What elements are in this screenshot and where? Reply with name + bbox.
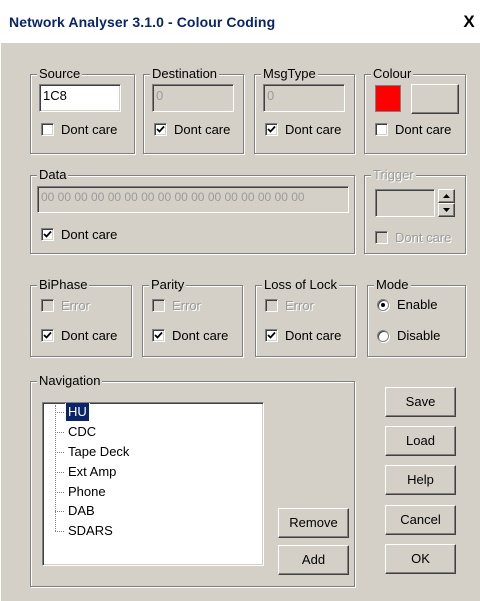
trigger-legend: Trigger [371,167,416,183]
arrow-down-icon [443,208,450,212]
remove-button[interactable]: Remove [278,508,349,538]
colour-picker-button[interactable] [411,84,459,114]
checkmark-icon [156,125,165,133]
mode-enable-label: Enable [397,297,438,312]
loss-of-lock-error-checkbox[interactable]: Error [265,298,345,315]
data-legend: Data [37,167,69,183]
destination-dont-care-label: Dont care [174,122,231,137]
msgtype-group: MsgType 0 Dont care [254,66,355,154]
msgtype-input[interactable]: 0 [263,84,345,112]
biphase-legend: BiPhase [37,277,90,293]
colour-swatch [375,85,401,112]
checkmark-icon [154,331,163,339]
destination-dont-care-checkbox[interactable]: Dont care [154,122,244,139]
data-input[interactable]: 00 00 00 00 00 00 00 00 00 00 00 00 00 0… [37,186,349,213]
navigation-group: Navigation HU CDC Tape Deck Ext Amp Phon [30,373,355,587]
parity-dont-care-label: Dont care [172,328,229,343]
mode-disable-radio[interactable]: Disable [377,328,457,345]
mode-legend: Mode [374,277,411,293]
trigger-group: Trigger Dont care [364,167,466,254]
data-dont-care-label: Dont care [61,227,118,242]
data-dont-care-box[interactable] [41,228,54,241]
source-legend: Source [37,66,83,82]
navigation-legend: Navigation [37,373,103,389]
trigger-spin-up-button[interactable] [438,189,455,203]
mode-disable-radio-circle[interactable] [377,330,389,342]
source-dont-care-label: Dont care [61,122,118,137]
loss-of-lock-error-label: Error [285,298,314,313]
mode-enable-radio[interactable]: Enable [377,297,457,314]
destination-input[interactable]: 0 [152,84,234,112]
msgtype-dont-care-box[interactable] [265,123,278,136]
loss-of-lock-dont-care-label: Dont care [285,328,342,343]
navigation-tree[interactable]: HU CDC Tape Deck Ext Amp Phone DAB SDARS [42,402,264,566]
colour-dont-care-box[interactable] [375,123,388,136]
parity-legend: Parity [149,277,187,293]
source-group: Source 1C8 Dont care [30,66,135,154]
trigger-input[interactable] [375,189,435,217]
checkmark-icon [267,125,276,133]
colour-coding-window: Network Analyser 3.1.0 - Colour Coding X… [0,0,480,601]
parity-error-box[interactable] [152,299,165,312]
colour-dont-care-label: Dont care [395,122,452,137]
loss-of-lock-legend: Loss of Lock [262,277,339,293]
checkmark-icon [43,230,52,238]
biphase-error-checkbox[interactable]: Error [41,298,121,315]
biphase-error-box[interactable] [41,299,54,312]
msgtype-legend: MsgType [261,66,318,82]
source-input[interactable]: 1C8 [39,84,121,112]
checkmark-icon [267,331,276,339]
trigger-spin-down-button[interactable] [438,203,455,217]
colour-group: Colour Dont care [364,66,466,154]
biphase-group: BiPhase Error Dont care [30,277,132,357]
mode-disable-label: Disable [397,328,441,343]
data-dont-care-checkbox[interactable]: Dont care [41,227,151,244]
window-title: Network Analyser 3.1.0 - Colour Coding [9,14,276,30]
parity-error-checkbox[interactable]: Error [152,298,232,315]
help-button[interactable]: Help [385,465,456,495]
load-button[interactable]: Load [385,426,456,456]
trigger-dont-care-box[interactable] [375,231,388,244]
arrow-up-icon [443,194,450,198]
title-bar[interactable]: Network Analyser 3.1.0 - Colour Coding X [1,0,480,43]
loss-of-lock-group: Loss of Lock Error Dont care [255,277,356,357]
biphase-dont-care-checkbox[interactable]: Dont care [41,328,131,345]
loss-of-lock-dont-care-checkbox[interactable]: Dont care [265,328,355,345]
biphase-dont-care-box[interactable] [41,329,54,342]
colour-legend: Colour [371,66,414,82]
save-button[interactable]: Save [385,387,456,417]
destination-group: Destination 0 Dont care [143,66,244,154]
msgtype-dont-care-checkbox[interactable]: Dont care [265,122,355,139]
parity-group: Parity Error Dont care [142,277,243,357]
ok-button[interactable]: OK [385,544,456,574]
biphase-dont-care-label: Dont care [61,328,118,343]
biphase-error-label: Error [61,298,90,313]
mode-enable-radio-circle[interactable] [377,299,389,311]
destination-dont-care-box[interactable] [154,123,167,136]
source-dont-care-checkbox[interactable]: Dont care [41,122,131,139]
parity-error-label: Error [172,298,201,313]
checkmark-icon [43,331,52,339]
cancel-button[interactable]: Cancel [385,505,456,535]
data-group: Data 00 00 00 00 00 00 00 00 00 00 00 00… [30,167,355,254]
parity-dont-care-box[interactable] [152,329,165,342]
destination-legend: Destination [150,66,220,82]
mode-group: Mode Enable Disable [367,277,466,357]
loss-of-lock-error-box[interactable] [265,299,278,312]
parity-dont-care-checkbox[interactable]: Dont care [152,328,242,345]
trigger-dont-care-label: Dont care [395,230,452,245]
loss-of-lock-dont-care-box[interactable] [265,329,278,342]
colour-dont-care-checkbox[interactable]: Dont care [375,122,465,139]
add-button[interactable]: Add [278,545,349,575]
trigger-dont-care-checkbox[interactable]: Dont care [375,230,465,247]
source-dont-care-box[interactable] [41,123,54,136]
msgtype-dont-care-label: Dont care [285,122,342,137]
close-button[interactable]: X [459,12,479,32]
tree-line [55,405,56,531]
